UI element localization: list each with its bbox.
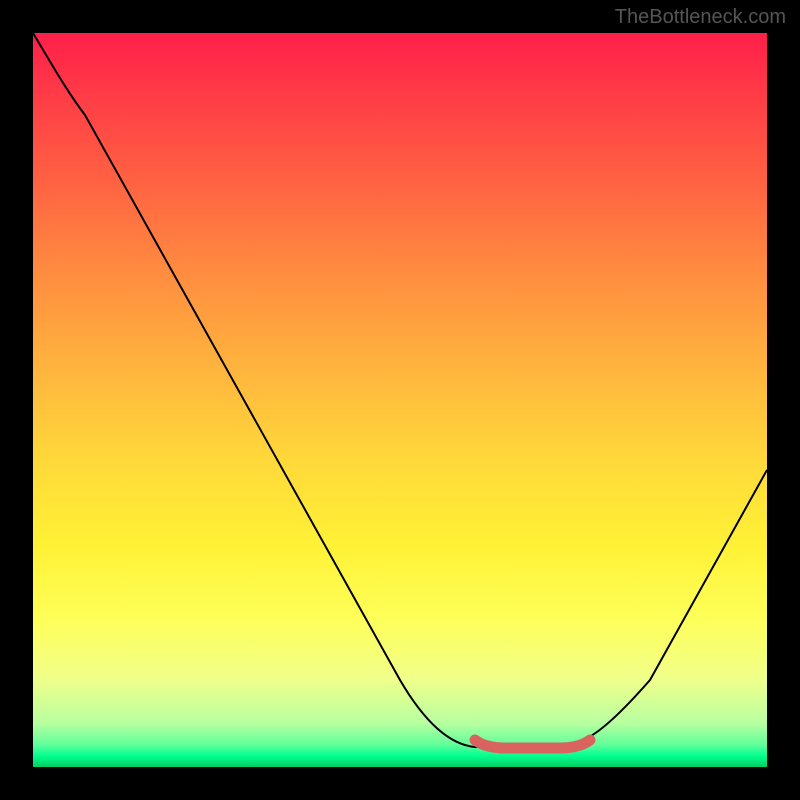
watermark-label: TheBottleneck.com (615, 6, 786, 29)
curve-svg (33, 33, 767, 767)
chart-container: TheBottleneck.com (0, 0, 800, 800)
plot-area (33, 33, 767, 767)
main-curve-path (33, 33, 767, 747)
marker-path (475, 740, 590, 748)
